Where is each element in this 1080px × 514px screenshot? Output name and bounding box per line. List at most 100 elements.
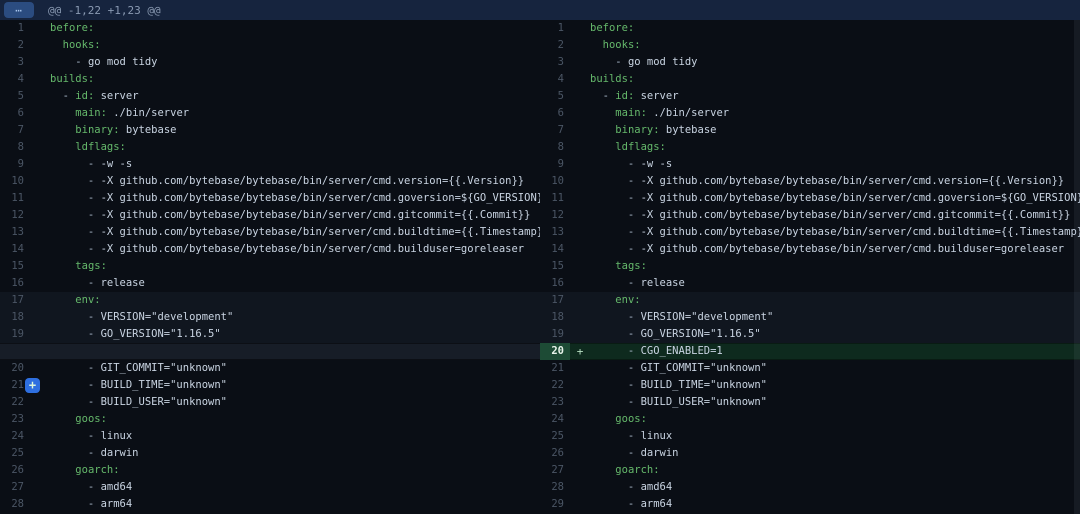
line-number-new[interactable]: 8 — [540, 139, 570, 156]
line-number-new[interactable]: 14 — [540, 241, 570, 258]
line-number-old[interactable]: 23 — [0, 411, 30, 428]
diff-marker — [570, 139, 590, 156]
line-number-new[interactable]: 22 — [540, 377, 570, 394]
hunk-header-right — [540, 0, 1080, 20]
line-number-old[interactable]: 18 — [0, 309, 30, 326]
line-number-old[interactable]: 7 — [0, 122, 30, 139]
code-text: - -X github.com/bytebase/bytebase/bin/se… — [590, 173, 1080, 190]
diff-marker — [30, 326, 50, 343]
line-number-new[interactable]: 17 — [540, 292, 570, 309]
line-number-old[interactable]: 12 — [0, 207, 30, 224]
line-number-new[interactable]: 11 — [540, 190, 570, 207]
line-number-old[interactable]: 26 — [0, 462, 30, 479]
code-text: env: — [50, 292, 540, 309]
diff-marker — [30, 394, 50, 411]
line-number-new[interactable]: 1 — [540, 20, 570, 37]
diff-row: 21+ - BUILD_TIME="unknown"22 - BUILD_TIM… — [0, 377, 1080, 394]
line-number-new[interactable]: 3 — [540, 54, 570, 71]
expand-hunk-button[interactable]: ⋯ — [4, 2, 34, 18]
line-number-old[interactable]: 6 — [0, 105, 30, 122]
diff-row: 9 - -w -s9 - -w -s — [0, 156, 1080, 173]
code-text: tags: — [50, 258, 540, 275]
line-number-old[interactable]: 20 — [0, 360, 30, 377]
add-comment-button[interactable]: + — [25, 378, 40, 393]
diff-line-old: 21+ - BUILD_TIME="unknown" — [0, 377, 540, 394]
line-number-old[interactable]: 17 — [0, 292, 30, 309]
diff-marker — [30, 105, 50, 122]
diff-line-old: 14 - -X github.com/bytebase/bytebase/bin… — [0, 241, 540, 258]
scrollbar[interactable] — [1074, 20, 1080, 514]
diff-line-new: 21 - GIT_COMMIT="unknown" — [540, 360, 1080, 377]
line-number-old[interactable]: 15 — [0, 258, 30, 275]
diff-row: 20+ - CGO_ENABLED=1 — [0, 343, 1080, 360]
line-number-old[interactable]: 14 — [0, 241, 30, 258]
diff-marker — [570, 258, 590, 275]
line-number-new[interactable]: 16 — [540, 275, 570, 292]
line-number-old[interactable]: 28 — [0, 496, 30, 513]
line-number-new[interactable]: 23 — [540, 394, 570, 411]
code-text: - -X github.com/bytebase/bytebase/bin/se… — [50, 173, 540, 190]
diff-marker — [570, 462, 590, 479]
diff-row: 18 - VERSION="development"18 - VERSION="… — [0, 309, 1080, 326]
line-number-new[interactable]: 21 — [540, 360, 570, 377]
line-number-new[interactable]: 26 — [540, 445, 570, 462]
line-number-new[interactable]: 5 — [540, 88, 570, 105]
code-text: - GIT_COMMIT="unknown" — [50, 360, 540, 377]
diff-marker — [30, 20, 50, 37]
line-number-new[interactable]: 7 — [540, 122, 570, 139]
diff-line-new: 19 - GO_VERSION="1.16.5" — [540, 326, 1080, 343]
line-number-new[interactable]: 25 — [540, 428, 570, 445]
diff-line-new: 16 - release — [540, 275, 1080, 292]
line-number-old[interactable]: 13 — [0, 224, 30, 241]
line-number-old[interactable]: 1 — [0, 20, 30, 37]
line-number-old[interactable]: 24 — [0, 428, 30, 445]
code-text: - go mod tidy — [50, 54, 540, 71]
added-line-marker: + — [570, 343, 590, 360]
line-number-new[interactable]: 24 — [540, 411, 570, 428]
line-number-new[interactable]: 27 — [540, 462, 570, 479]
line-number-old[interactable]: 8 — [0, 139, 30, 156]
diff-line-old: 26 goarch: — [0, 462, 540, 479]
line-number-old[interactable]: 22 — [0, 394, 30, 411]
line-number-old[interactable]: 5 — [0, 88, 30, 105]
code-text: binary: bytebase — [50, 122, 540, 139]
line-number-new[interactable]: 6 — [540, 105, 570, 122]
line-number-new[interactable]: 20 — [540, 343, 570, 360]
code-text: - -X github.com/bytebase/bytebase/bin/se… — [590, 241, 1080, 258]
diff-line-old: 8 ldflags: — [0, 139, 540, 156]
line-number-new[interactable]: 19 — [540, 326, 570, 343]
diff-line-old: 18 - VERSION="development" — [0, 309, 540, 326]
line-number-new[interactable]: 15 — [540, 258, 570, 275]
diff-marker — [30, 224, 50, 241]
diff-marker — [570, 360, 590, 377]
diff-marker — [30, 258, 50, 275]
line-number-old[interactable]: 4 — [0, 71, 30, 88]
line-number-old[interactable]: 9 — [0, 156, 30, 173]
code-text: - -X github.com/bytebase/bytebase/bin/se… — [50, 241, 540, 258]
line-number-new[interactable]: 10 — [540, 173, 570, 190]
line-number-old[interactable]: 27 — [0, 479, 30, 496]
diff-marker — [570, 292, 590, 309]
line-number-old[interactable]: 2 — [0, 37, 30, 54]
line-number-new[interactable]: 2 — [540, 37, 570, 54]
diff-row: 22 - BUILD_USER="unknown"23 - BUILD_USER… — [0, 394, 1080, 411]
diff-line-old: 27 - amd64 — [0, 479, 540, 496]
line-number-old[interactable]: 10 — [0, 173, 30, 190]
line-number-new[interactable]: 28 — [540, 479, 570, 496]
line-number-new[interactable]: 29 — [540, 496, 570, 513]
diff-marker — [30, 139, 50, 156]
line-number-old[interactable]: 3 — [0, 54, 30, 71]
line-number-new[interactable]: 13 — [540, 224, 570, 241]
line-number-new[interactable]: 12 — [540, 207, 570, 224]
line-number-old[interactable]: 25 — [0, 445, 30, 462]
line-number-old[interactable]: 16 — [0, 275, 30, 292]
diff-marker — [30, 445, 50, 462]
line-number-new[interactable]: 18 — [540, 309, 570, 326]
diff-line-new: 25 - linux — [540, 428, 1080, 445]
line-number-old[interactable]: 11 — [0, 190, 30, 207]
line-number-new[interactable]: 4 — [540, 71, 570, 88]
diff-row: 20 - GIT_COMMIT="unknown"21 - GIT_COMMIT… — [0, 360, 1080, 377]
line-number-old[interactable]: 19 — [0, 326, 30, 343]
line-number-new[interactable]: 9 — [540, 156, 570, 173]
code-text: - go mod tidy — [590, 54, 1080, 71]
